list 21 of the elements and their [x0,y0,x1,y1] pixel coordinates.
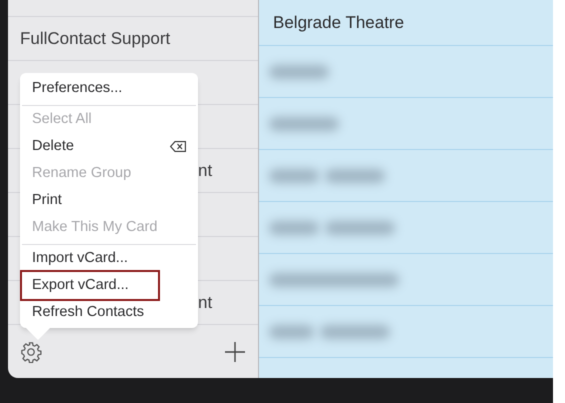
menu-item[interactable]: Refresh Contacts [22,299,196,326]
group-name[interactable]: nt [198,158,212,184]
add-icon[interactable] [224,341,246,363]
blurred-text [325,220,395,234]
blurred-text [269,64,329,78]
group-name[interactable]: FullContact Support [20,26,170,52]
blurred-text [320,324,390,338]
blurred-text [269,116,339,130]
settings-icon[interactable] [20,341,42,363]
blurred-text [269,324,314,338]
menu-item[interactable]: Import vCard... [22,245,196,272]
group-name[interactable]: nt [198,290,212,316]
menu-item[interactable]: Export vCard... [22,272,158,299]
menu-item[interactable]: Preferences... [22,75,196,106]
blurred-text [269,168,319,182]
blurred-text [269,220,319,234]
menu-item[interactable]: Delete [22,133,196,160]
backspace-icon [170,141,186,152]
contact-name[interactable]: Belgrade Theatre [273,10,404,36]
menu-item[interactable]: Print [22,187,196,214]
blurred-text [325,168,385,182]
